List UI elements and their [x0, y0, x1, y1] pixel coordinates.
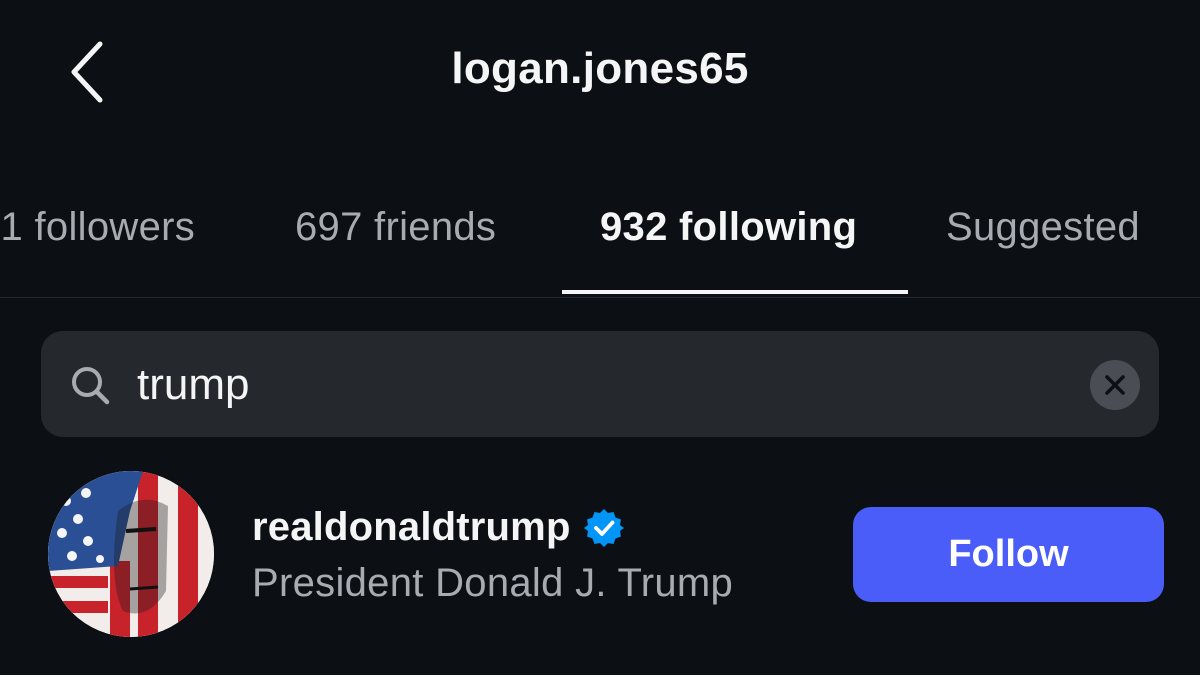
clear-search-button[interactable]: [1090, 360, 1140, 410]
tab-followers[interactable]: 81 followers: [0, 205, 195, 250]
following-screen: logan.jones65 81 followers 697 friends 9…: [0, 0, 1200, 675]
avatar-image: [48, 471, 214, 637]
tab-following[interactable]: 932 following: [600, 205, 857, 250]
search-bar[interactable]: [41, 331, 1159, 437]
username[interactable]: realdonaldtrump: [252, 505, 571, 550]
tab-suggested[interactable]: Suggested: [946, 205, 1140, 250]
search-input[interactable]: [137, 353, 1067, 417]
active-tab-indicator: [562, 290, 908, 294]
username-line: realdonaldtrump: [252, 505, 625, 550]
list-item[interactable]: realdonaldtrump President Donald J. Trum…: [0, 465, 1200, 645]
search-icon: [72, 367, 110, 405]
header: logan.jones65: [0, 0, 1200, 145]
verified-badge-icon: [583, 508, 624, 547]
tab-friends[interactable]: 697 friends: [295, 205, 496, 250]
avatar[interactable]: [48, 471, 214, 637]
full-name: President Donald J. Trump: [252, 561, 734, 605]
follow-button[interactable]: Follow: [853, 507, 1164, 602]
page-title: logan.jones65: [451, 44, 749, 93]
tab-bar: 81 followers 697 friends 932 following S…: [0, 195, 1200, 298]
clear-icon: [1105, 375, 1125, 395]
